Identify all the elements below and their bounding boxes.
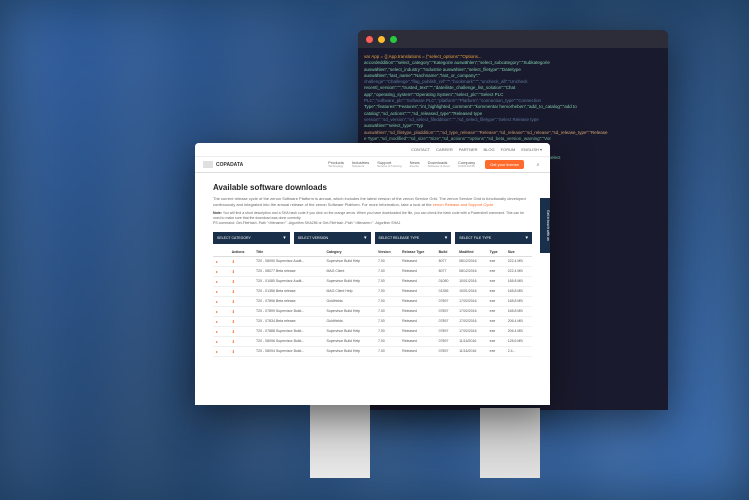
expand-icon[interactable]: ▸ bbox=[216, 319, 222, 324]
release-cycle-link[interactable]: zenon Release and Support Cycle bbox=[433, 202, 494, 207]
code-line: auswählen","last_name":"Nachname","last_… bbox=[364, 73, 480, 78]
language-dropdown[interactable]: ENGLISH ▾ bbox=[521, 147, 542, 152]
code-line: catalog","sd_actions":"","sd_released_ty… bbox=[364, 111, 482, 116]
code-line: auswählen","select_industry":"Industrie … bbox=[364, 67, 521, 72]
close-dot-icon[interactable] bbox=[366, 36, 373, 43]
logo[interactable]: COPADATA bbox=[203, 161, 243, 168]
expand-icon[interactable]: ▸ bbox=[216, 269, 222, 274]
download-icon[interactable]: ⬇ bbox=[232, 269, 238, 274]
main-nav: COPADATA ProductsTechnology IndustriesSo… bbox=[195, 157, 550, 173]
download-icon[interactable]: ⬇ bbox=[232, 329, 238, 334]
search-icon[interactable]: ⌕ bbox=[534, 161, 542, 169]
expand-icon[interactable]: ▸ bbox=[216, 349, 222, 354]
expand-icon[interactable]: ▸ bbox=[216, 329, 222, 334]
nav-item-support[interactable]: SupportService & Training bbox=[377, 161, 401, 169]
download-title[interactable]: T20 - 01080 Supervisor Audit... bbox=[253, 276, 323, 286]
download-icon[interactable]: ⬇ bbox=[232, 289, 238, 294]
download-title[interactable]: T20 - 07834 Beta release bbox=[253, 316, 323, 326]
nav-item-company[interactable]: CompanyCOPA-DATA bbox=[458, 161, 475, 169]
cta-button[interactable]: Get your license bbox=[485, 160, 524, 169]
window-titlebar bbox=[358, 30, 668, 48]
download-icon[interactable]: ⬇ bbox=[232, 259, 238, 264]
code-line: app","operating_system":"Operating Syste… bbox=[364, 92, 503, 97]
code-line: recentl_version":"","trusted_text":"","d… bbox=[364, 85, 515, 90]
table-row[interactable]: ▸⬇T20 - 08090 Supervisor Audit...Supervi… bbox=[213, 256, 532, 266]
table-row[interactable]: ▸⬇T20 - 08096 Supervisor Build...Supervi… bbox=[213, 336, 532, 346]
download-icon[interactable]: ⬇ bbox=[232, 319, 238, 324]
chevron-down-icon: ▾ bbox=[525, 235, 528, 241]
logo-icon bbox=[203, 161, 213, 168]
nav-item-news[interactable]: NewsEvents bbox=[410, 161, 420, 169]
code-line: version":"sd_version","sd_select_fileddi… bbox=[364, 117, 539, 122]
monitor-stand bbox=[310, 404, 370, 478]
code-line: var App = {};App.translations = {"select… bbox=[364, 54, 482, 59]
chevron-down-icon: ▾ bbox=[364, 235, 367, 241]
nav-links: ProductsTechnology IndustriesSolutions S… bbox=[328, 161, 475, 169]
chevron-down-icon: ▾ bbox=[445, 235, 448, 241]
expand-icon[interactable]: ▸ bbox=[216, 289, 222, 294]
download-icon[interactable]: ⬇ bbox=[232, 279, 238, 284]
table-row[interactable]: ▸⬇T20 - 07834 Beta releaseGoldHelds7.00R… bbox=[213, 316, 532, 326]
table-row[interactable]: ▸⬇T20 - 08077 Beta releaseMAG Client7.00… bbox=[213, 266, 532, 276]
code-line: e Type","sd_modified":"sd_size":"Size","… bbox=[364, 136, 551, 141]
download-title[interactable]: T20 - 08090 Supervisor Audit... bbox=[253, 256, 323, 266]
table-header-row: ActionsTitleCategoryVersionRelease TypeB… bbox=[213, 248, 532, 257]
downloads-table: ActionsTitleCategoryVersionRelease TypeB… bbox=[213, 248, 532, 357]
filter-category[interactable]: SELECT CATEGORY▾ bbox=[213, 232, 290, 244]
download-title[interactable]: T20 - 08096 Supervisor Build... bbox=[253, 336, 323, 346]
expand-icon[interactable]: ▸ bbox=[216, 299, 222, 304]
topnav-link[interactable]: FORUM bbox=[501, 147, 516, 152]
topnav-link[interactable]: CONTACT bbox=[411, 147, 430, 152]
download-title[interactable]: T20 - 07896 Beta release bbox=[253, 296, 323, 306]
filter-version[interactable]: SELECT VERSION▾ bbox=[294, 232, 371, 244]
code-line: auswählen""select_type":"Typ bbox=[364, 123, 423, 128]
topnav-link[interactable]: CAREER bbox=[436, 147, 453, 152]
monitor-stand bbox=[480, 408, 540, 478]
table-row[interactable]: ▸⬇T20 - 01080 Supervisor Audit...Supervi… bbox=[213, 276, 532, 286]
topnav-link[interactable]: BLOG bbox=[484, 147, 495, 152]
download-icon[interactable]: ⬇ bbox=[232, 299, 238, 304]
code-line: Type","features":"Features","int_highlig… bbox=[364, 104, 577, 109]
topnav-link[interactable]: PARTNER bbox=[459, 147, 478, 152]
table-row[interactable]: ▸⬇T20 - 08094 Supervisor Build...Supervi… bbox=[213, 346, 532, 356]
contact-tab[interactable]: Get in touch with us bbox=[540, 198, 550, 253]
code-line: accordeddition":"select_category":"Kateg… bbox=[364, 60, 550, 65]
web-monitor: CONTACT CAREER PARTNER BLOG FORUM ENGLIS… bbox=[195, 143, 550, 405]
table-row[interactable]: ▸⬇T20 - 07899 Supervisor Build...Supervi… bbox=[213, 306, 532, 316]
page-content: Available software downloads The current… bbox=[195, 173, 550, 367]
download-icon[interactable]: ⬇ bbox=[232, 339, 238, 344]
download-title[interactable]: T20 - 01356 Beta release bbox=[253, 286, 323, 296]
expand-icon[interactable]: ▸ bbox=[216, 259, 222, 264]
expand-icon[interactable]: ▸ bbox=[216, 309, 222, 314]
filter-file-type[interactable]: SELECT FILE TYPE▾ bbox=[455, 232, 532, 244]
table-row[interactable]: ▸⬇T20 - 07896 Beta releaseGoldHelds7.00R… bbox=[213, 296, 532, 306]
download-icon[interactable]: ⬇ bbox=[232, 349, 238, 354]
nav-item-downloads[interactable]: DownloadsSoftware & Docs bbox=[428, 161, 450, 169]
code-line: challenge":"Challenge","flag_publish_ref… bbox=[364, 79, 527, 84]
minimize-dot-icon[interactable] bbox=[378, 36, 385, 43]
maximize-dot-icon[interactable] bbox=[390, 36, 397, 43]
download-title[interactable]: T20 - 08077 Beta release bbox=[253, 266, 323, 276]
table-row[interactable]: ▸⬇T20 - 01356 Beta releaseMAG Client Hel… bbox=[213, 286, 532, 296]
download-title[interactable]: T20 - 07888 Supervisor Build... bbox=[253, 326, 323, 336]
code-line: auswählen","sd_filetype_pladdition":"","… bbox=[364, 130, 607, 135]
expand-icon[interactable]: ▸ bbox=[216, 279, 222, 284]
page-description: The current release cycle of the zenon S… bbox=[213, 196, 532, 207]
page-note: Note: You will find a short description … bbox=[213, 211, 532, 226]
nav-item-products[interactable]: ProductsTechnology bbox=[328, 161, 344, 169]
download-title[interactable]: T20 - 07899 Supervisor Build... bbox=[253, 306, 323, 316]
page-title: Available software downloads bbox=[213, 183, 532, 192]
filter-release-type[interactable]: SELECT RELEASE TYPE▾ bbox=[375, 232, 452, 244]
download-icon[interactable]: ⬇ bbox=[232, 309, 238, 314]
top-nav: CONTACT CAREER PARTNER BLOG FORUM ENGLIS… bbox=[195, 143, 550, 157]
download-title[interactable]: T20 - 08094 Supervisor Build... bbox=[253, 346, 323, 356]
expand-icon[interactable]: ▸ bbox=[216, 339, 222, 344]
logo-text: COPADATA bbox=[216, 162, 243, 168]
filter-bar: SELECT CATEGORY▾ SELECT VERSION▾ SELECT … bbox=[213, 232, 532, 244]
nav-item-industries[interactable]: IndustriesSolutions bbox=[352, 161, 369, 169]
chevron-down-icon: ▾ bbox=[283, 235, 286, 241]
code-line: PLC","software_plc":"Software PLC","plat… bbox=[364, 98, 541, 103]
table-row[interactable]: ▸⬇T20 - 07888 Supervisor Build...Supervi… bbox=[213, 326, 532, 336]
